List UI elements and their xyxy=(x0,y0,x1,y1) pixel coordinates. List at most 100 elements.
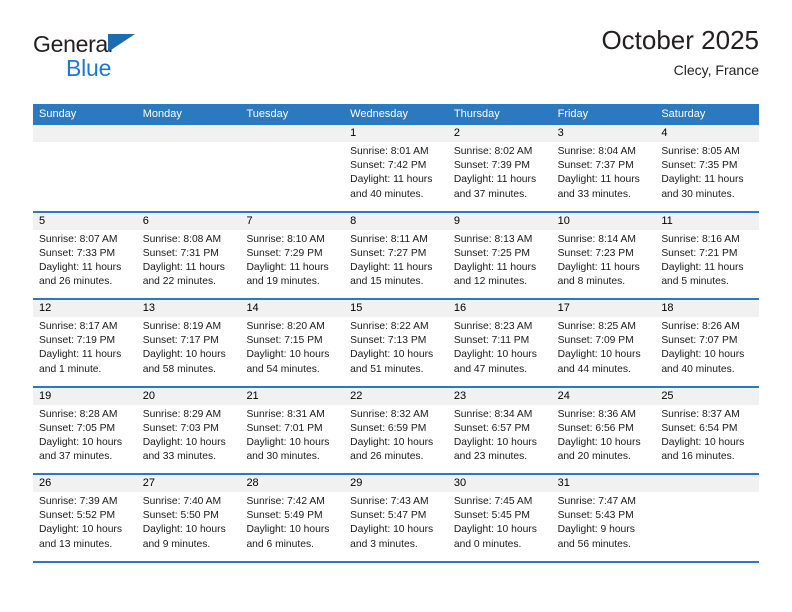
calendar-day-cell[interactable]: 18 Sunrise: 8:26 AM Sunset: 7:07 PM Dayligh… xyxy=(655,300,760,386)
calendar-day-cell[interactable]: 28 Sunrise: 7:42 AM Sunset: 5:49 PM Dayligh… xyxy=(240,475,345,561)
brand-name-blue: Blue xyxy=(66,55,112,81)
sunrise-text: Sunrise: 8:11 AM xyxy=(350,233,428,245)
day-number: 11 xyxy=(655,212,760,230)
page-subtitle: Clecy, France xyxy=(673,62,759,78)
day-number: 1 xyxy=(344,125,448,142)
sunrise-text: Sunrise: 7:45 AM xyxy=(453,496,533,507)
triangle-flag-icon xyxy=(108,34,135,52)
calendar-day-cell[interactable]: 5 Sunrise: 8:07 AM Sunset: 7:33 PM Daylight… xyxy=(33,212,137,299)
brand-top-row: General xyxy=(33,32,273,57)
sunset-text: Sunset: 7:05 PM xyxy=(39,422,116,434)
calendar-week-row: 5 Sunrise: 8:07 AM Sunset: 7:33 PM Daylight… xyxy=(33,212,760,300)
day-details: Sunrise: 8:23 AM Sunset: 7:11 PM Daylight:… xyxy=(448,317,552,377)
calendar-day-cell[interactable]: 3 Sunrise: 8:04 AM Sunset: 7:37 PM Daylight… xyxy=(551,125,656,211)
calendar-day-cell[interactable]: 8 Sunrise: 8:11 AM Sunset: 7:27 PM Daylight… xyxy=(344,212,448,299)
sunrise-text: Sunrise: 8:01 AM xyxy=(350,146,429,157)
calendar-week-row: 1 Sunrise: 8:01 AM Sunset: 7:42 PM Daylight… xyxy=(33,125,760,213)
calendar-day-cell[interactable]: 31 Sunrise: 7:47 AM Sunset: 5:43 PM Dayligh… xyxy=(551,475,656,561)
calendar-day-cell[interactable]: 25 Sunrise: 8:37 AM Sunset: 6:54 PM Dayligh… xyxy=(655,387,760,474)
day-details: Sunrise: 8:01 AM Sunset: 7:42 PM Daylight:… xyxy=(344,142,448,202)
day-details: Sunrise: 8:34 AM Sunset: 6:57 PM Daylight:… xyxy=(448,405,552,465)
sunrise-text: Sunrise: 8:29 AM xyxy=(142,408,222,420)
sunrise-text: Sunrise: 7:47 AM xyxy=(557,496,637,507)
sunrise-text: Sunrise: 8:10 AM xyxy=(246,233,325,245)
calendar-day-cell[interactable]: 20 Sunrise: 8:29 AM Sunset: 7:03 PM Dayligh… xyxy=(136,387,241,474)
calendar-day-cell[interactable]: 12 Sunrise: 8:17 AM Sunset: 7:19 PM Dayligh… xyxy=(33,300,137,386)
calendar-week-row: 26 Sunrise: 7:39 AM Sunset: 5:52 PM Dayligh… xyxy=(33,475,760,563)
day-number: 20 xyxy=(136,387,241,405)
day-details: Sunrise: 8:04 AM Sunset: 7:37 PM Daylight:… xyxy=(552,142,656,202)
day-details: Sunrise: 8:31 AM Sunset: 7:01 PM Daylight:… xyxy=(240,405,344,465)
day-details: Sunrise: 7:40 AM Sunset: 5:50 PM Daylight:… xyxy=(137,492,241,552)
calendar-day-cell[interactable]: 10 Sunrise: 8:14 AM Sunset: 7:23 PM Dayligh… xyxy=(551,212,656,299)
calendar-day-cell[interactable]: 22 Sunrise: 8:32 AM Sunset: 6:59 PM Dayligh… xyxy=(344,387,448,474)
sunset-text: Sunset: 7:33 PM xyxy=(39,247,116,259)
calendar-day-cell[interactable]: 14 Sunrise: 8:20 AM Sunset: 7:15 PM Dayligh… xyxy=(240,300,345,386)
day-number: 30 xyxy=(447,475,552,492)
day-number: 19 xyxy=(33,387,137,405)
sunset-text: Sunset: 5:49 PM xyxy=(246,510,323,522)
sunset-text: Sunset: 7:42 PM xyxy=(350,160,427,172)
calendar-day-cell[interactable]: 30 Sunrise: 7:45 AM Sunset: 5:45 PM Dayligh… xyxy=(447,475,552,561)
calendar-day-cell[interactable]: 9 Sunrise: 8:13 AM Sunset: 7:25 PM Daylight… xyxy=(447,212,552,299)
calendar-day-cell[interactable]: 4 Sunrise: 8:05 AM Sunset: 7:35 PM Daylight… xyxy=(655,125,760,211)
day-number: 31 xyxy=(551,475,656,492)
calendar-day-cell[interactable]: 2 Sunrise: 8:02 AM Sunset: 7:39 PM Daylight… xyxy=(447,125,552,211)
calendar-day-cell[interactable]: 13 Sunrise: 8:19 AM Sunset: 7:17 PM Dayligh… xyxy=(136,300,241,386)
daylight-text: Daylight: 10 hours and 54 minutes. xyxy=(246,349,330,375)
calendar-day-cell[interactable]: 23 Sunrise: 8:34 AM Sunset: 6:57 PM Dayligh… xyxy=(447,387,552,474)
calendar-day-cell[interactable]: 17 Sunrise: 8:25 AM Sunset: 7:09 PM Dayligh… xyxy=(551,300,656,386)
calendar-day-cell[interactable]: 11 Sunrise: 8:16 AM Sunset: 7:21 PM Dayligh… xyxy=(655,212,760,299)
page-header: General Blue October 2025 Clecy, France xyxy=(33,24,759,96)
calendar-day-cell[interactable]: 29 Sunrise: 7:43 AM Sunset: 5:47 PM Dayligh… xyxy=(344,475,448,561)
calendar-day-cell-empty xyxy=(240,125,345,211)
sunrise-text: Sunrise: 8:16 AM xyxy=(661,233,740,245)
brand-name-general: General xyxy=(33,31,113,57)
sunset-text: Sunset: 5:43 PM xyxy=(557,510,634,522)
sunrise-text: Sunrise: 7:43 AM xyxy=(350,496,429,507)
calendar-day-cell[interactable]: 21 Sunrise: 8:31 AM Sunset: 7:01 PM Dayligh… xyxy=(240,387,345,474)
day-details: Sunrise: 8:02 AM Sunset: 7:39 PM Daylight:… xyxy=(448,142,552,202)
day-number xyxy=(655,475,760,492)
daylight-text: Daylight: 11 hours and 26 minutes. xyxy=(39,261,122,288)
calendar-day-cell[interactable]: 7 Sunrise: 8:10 AM Sunset: 7:29 PM Daylight… xyxy=(240,212,345,299)
daylight-text: Daylight: 10 hours and 20 minutes. xyxy=(557,436,641,463)
sunrise-text: Sunrise: 8:31 AM xyxy=(246,408,325,420)
calendar-day-cell[interactable]: 27 Sunrise: 7:40 AM Sunset: 5:50 PM Dayligh… xyxy=(136,475,241,561)
day-number: 27 xyxy=(136,475,241,492)
sunrise-text: Sunrise: 8:28 AM xyxy=(39,408,118,420)
sunrise-text: Sunrise: 8:32 AM xyxy=(350,408,429,420)
sunset-text: Sunset: 6:54 PM xyxy=(661,422,738,434)
day-number: 4 xyxy=(655,125,760,142)
calendar-day-cell[interactable]: 16 Sunrise: 8:23 AM Sunset: 7:11 PM Dayligh… xyxy=(447,300,552,386)
calendar-day-cell[interactable]: 26 Sunrise: 7:39 AM Sunset: 5:52 PM Dayligh… xyxy=(33,475,137,561)
day-details: Sunrise: 8:26 AM Sunset: 7:07 PM Daylight:… xyxy=(655,317,759,377)
sunrise-text: Sunrise: 8:07 AM xyxy=(39,233,118,245)
day-number xyxy=(33,125,137,142)
day-details: Sunrise: 8:17 AM Sunset: 7:19 PM Daylight:… xyxy=(33,317,137,377)
daylight-text: Daylight: 10 hours and 16 minutes. xyxy=(661,436,745,463)
calendar-day-cell[interactable]: 15 Sunrise: 8:22 AM Sunset: 7:13 PM Dayligh… xyxy=(344,300,448,386)
day-number: 17 xyxy=(551,300,656,317)
sunset-text: Sunset: 7:25 PM xyxy=(453,247,531,259)
daylight-text: Daylight: 11 hours and 40 minutes. xyxy=(350,174,433,200)
daylight-text: Daylight: 10 hours and 51 minutes. xyxy=(350,349,434,375)
day-details: Sunrise: 8:08 AM Sunset: 7:31 PM Daylight:… xyxy=(137,230,241,290)
day-of-week-saturday: Saturday xyxy=(661,108,706,120)
sunset-text: Sunset: 7:39 PM xyxy=(453,160,531,172)
day-number: 24 xyxy=(551,387,656,405)
day-details: Sunrise: 8:37 AM Sunset: 6:54 PM Daylight:… xyxy=(655,405,759,465)
calendar-day-cell[interactable]: 6 Sunrise: 8:08 AM Sunset: 7:31 PM Daylight… xyxy=(136,212,241,299)
daylight-text: Daylight: 10 hours and 33 minutes. xyxy=(142,436,226,463)
daylight-text: Daylight: 11 hours and 1 minute. xyxy=(39,349,122,375)
daylight-text: Daylight: 10 hours and 13 minutes. xyxy=(39,524,122,550)
brand-logo[interactable]: General Blue xyxy=(33,32,273,90)
sunset-text: Sunset: 5:52 PM xyxy=(39,510,116,522)
daylight-text: Daylight: 11 hours and 33 minutes. xyxy=(557,174,640,200)
calendar-day-cell[interactable]: 24 Sunrise: 8:36 AM Sunset: 6:56 PM Dayligh… xyxy=(551,387,656,474)
sunrise-text: Sunrise: 8:05 AM xyxy=(661,146,740,157)
daylight-text: Daylight: 11 hours and 30 minutes. xyxy=(661,174,744,200)
day-details: Sunrise: 7:43 AM Sunset: 5:47 PM Daylight:… xyxy=(344,492,448,552)
calendar-day-cell[interactable]: 19 Sunrise: 8:28 AM Sunset: 7:05 PM Dayligh… xyxy=(33,387,137,474)
calendar-day-cell[interactable]: 1 Sunrise: 8:01 AM Sunset: 7:42 PM Daylight… xyxy=(344,125,448,211)
